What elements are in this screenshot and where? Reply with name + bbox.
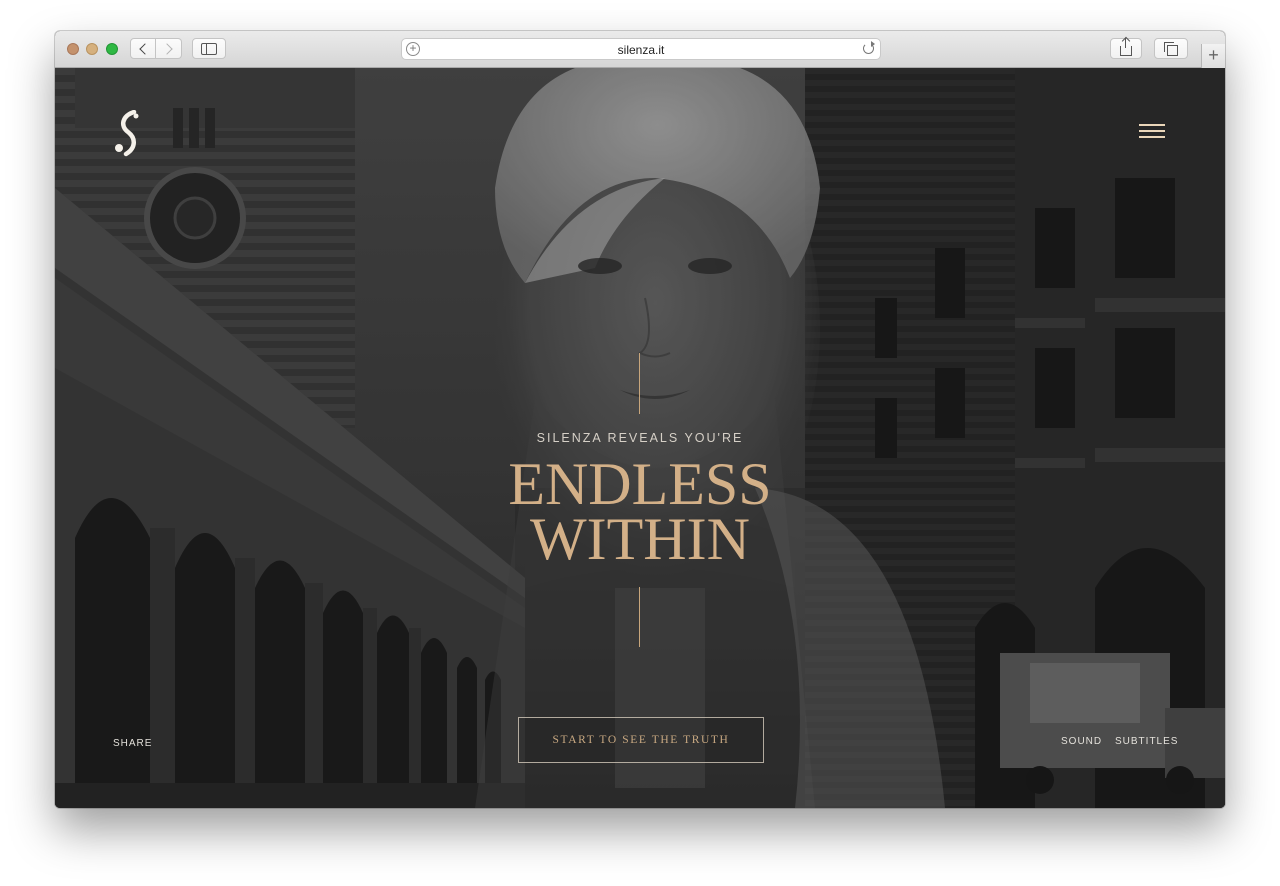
address-bar[interactable]: + silenza.it: [401, 38, 881, 60]
silenza-logo[interactable]: [112, 110, 144, 158]
new-tab-button[interactable]: +: [1201, 44, 1225, 68]
headline-line-2: WITHIN: [530, 506, 750, 572]
menu-button[interactable]: [1137, 122, 1167, 142]
url-text: silenza.it: [617, 43, 665, 57]
close-window-button[interactable]: [67, 43, 79, 55]
navigation-buttons: [130, 38, 182, 59]
browser-toolbar: + silenza.it +: [55, 31, 1225, 68]
zoom-window-button[interactable]: [106, 43, 118, 55]
hero-headline: ENDLESS WITHIN: [55, 451, 1225, 572]
bottom-divider-line: [639, 587, 640, 647]
headline-line-1: ENDLESS: [508, 451, 772, 517]
menu-icon-bar: [1139, 136, 1165, 138]
browser-window: + silenza.it + SILENZA REVEALS YOU'RE EN…: [55, 31, 1225, 808]
hero-kicker: SILENZA REVEALS YOU'RE: [536, 431, 744, 445]
back-button[interactable]: [130, 38, 156, 59]
sidebar-toggle-button[interactable]: [192, 38, 226, 59]
share-page-button[interactable]: [1110, 38, 1142, 59]
start-button-label: START TO SEE THE TRUTH: [552, 734, 730, 746]
show-tabs-button[interactable]: [1154, 38, 1188, 59]
share-link[interactable]: SHARE: [113, 738, 152, 749]
menu-icon-bar: [1139, 130, 1165, 132]
tabs-icon: [1164, 41, 1178, 56]
minimize-window-button[interactable]: [86, 43, 98, 55]
sidebar-icon: [201, 42, 217, 55]
share-icon: [1120, 38, 1132, 56]
subtitles-toggle[interactable]: SUBTITLES: [1115, 736, 1178, 747]
top-divider-line: [639, 353, 640, 414]
sound-toggle[interactable]: SOUND: [1061, 736, 1102, 747]
menu-icon-bar: [1139, 124, 1165, 126]
chevron-right-icon: [161, 42, 173, 55]
forward-button[interactable]: [156, 38, 182, 59]
start-button[interactable]: START TO SEE THE TRUTH: [518, 717, 764, 763]
reload-icon[interactable]: [863, 41, 875, 54]
page-content: SILENZA REVEALS YOU'RE ENDLESS WITHIN ST…: [55, 68, 1225, 808]
chevron-left-icon: [138, 42, 151, 55]
